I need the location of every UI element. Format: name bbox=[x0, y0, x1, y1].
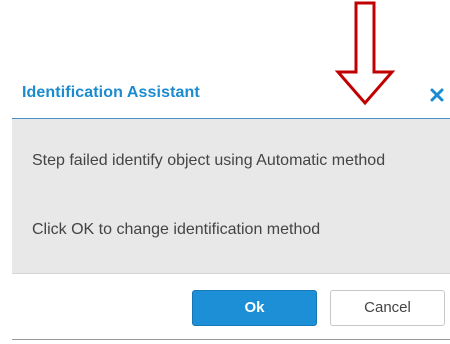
dialog-body: Step failed identify object using Automa… bbox=[12, 118, 450, 274]
close-icon[interactable] bbox=[429, 87, 445, 103]
down-arrow-icon bbox=[334, 1, 396, 106]
instruction-message: Click OK to change identification method bbox=[32, 221, 321, 238]
ok-button[interactable]: Ok bbox=[192, 290, 317, 326]
cancel-button[interactable]: Cancel bbox=[330, 290, 445, 326]
screenshot-page: Identification Assistant Step failed ide… bbox=[0, 0, 450, 344]
dialog-bottom-divider bbox=[12, 339, 450, 340]
dialog-title: Identification Assistant bbox=[22, 84, 200, 101]
error-message: Step failed identify object using Automa… bbox=[32, 152, 386, 169]
